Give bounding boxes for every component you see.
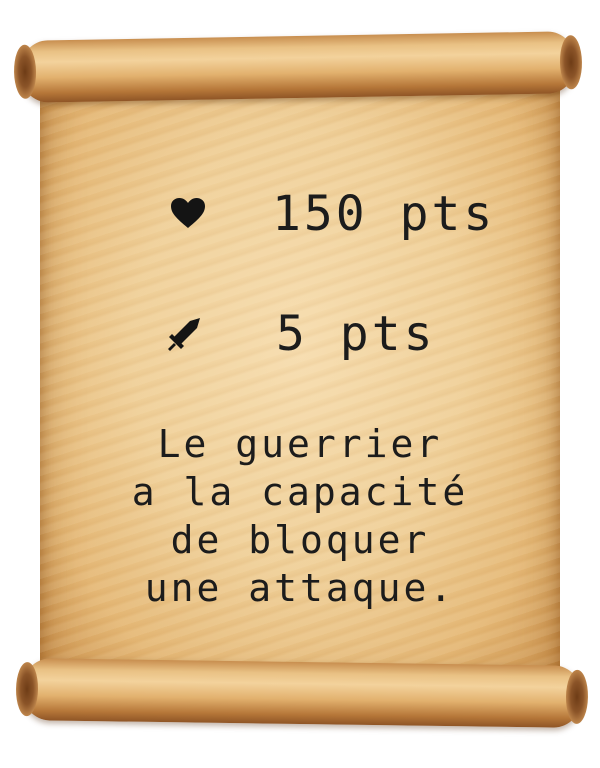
attack-stat: 5 pts [164,310,436,358]
scroll-top-roll [19,31,577,103]
scroll-bottom-roll [21,658,583,728]
health-stat: 150 pts [168,190,495,238]
description-line: de bloquer [170,518,430,562]
description-text: Le guerrier a la capacité de bloquer une… [60,420,540,612]
attack-value: 5 pts [276,306,436,362]
health-value: 150 pts [272,186,496,242]
sword-icon [164,314,204,354]
description-line: une attaque. [144,566,456,610]
description-line: a la capacité [131,470,469,514]
heart-icon [168,194,208,234]
description-line: Le guerrier [157,422,443,466]
parchment-scroll: 150 pts 5 pts Le guerrier a la capacité … [0,0,600,768]
